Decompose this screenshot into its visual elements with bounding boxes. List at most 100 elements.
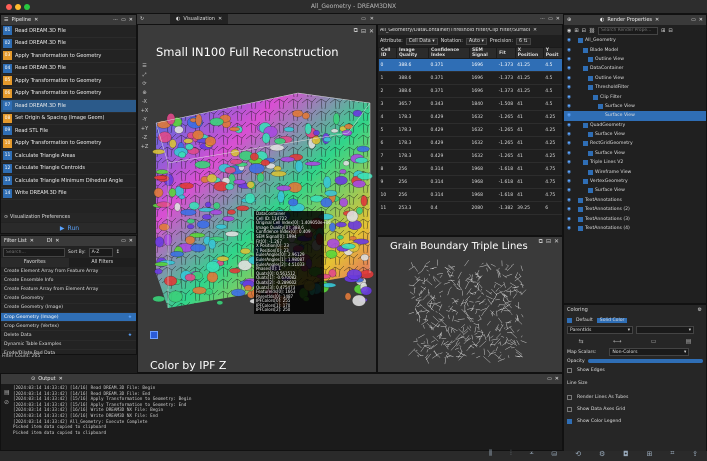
render-tree-item[interactable]: ◉ Outline View (564, 74, 706, 83)
tree-checkbox[interactable] (588, 75, 593, 81)
filter-list-item[interactable]: Create Geometry (Image) (1, 304, 136, 313)
visibility-eye-icon[interactable]: ◉ (564, 217, 574, 222)
tree-checkbox[interactable] (588, 85, 593, 91)
opacity-slider[interactable] (587, 359, 703, 363)
pipeline-item[interactable]: 09 Read STL File (1, 125, 136, 138)
tree-checkbox[interactable] (578, 216, 583, 222)
clear-log-icon[interactable]: ⊘ (4, 398, 10, 408)
pipeline-item[interactable]: 02 Read DREAM.3D File (1, 38, 136, 50)
tree-checkbox[interactable] (583, 47, 588, 53)
remove-icon[interactable]: ⊟ (668, 28, 672, 34)
table-row[interactable]: 11 253.3 0.4 2080 -1.382 39.25 6 (378, 201, 562, 215)
table-header[interactable]: Cell ID (378, 47, 397, 59)
render-tree-item[interactable]: ◉ Surface View (564, 186, 706, 195)
filter-list-item[interactable]: Dynamic Table Examples (1, 341, 136, 350)
map-scalars-select[interactable]: Non-Colors ▾ (609, 348, 690, 356)
visibility-eye-icon[interactable]: ◉ (564, 113, 574, 118)
table-row[interactable]: 7 178.3 0.429 1632 -1.265 41 4.25 (378, 149, 562, 163)
tab-favorites[interactable]: Favorites (1, 258, 69, 267)
tree-checkbox[interactable] (588, 188, 593, 194)
render-tree-item[interactable]: ◉ TextAnnotations (4) (564, 224, 706, 233)
visibility-eye-icon[interactable]: ◉ (564, 85, 574, 90)
pipeline-item[interactable]: 01 Read DREAM.3D File (1, 25, 136, 38)
tree-checkbox[interactable] (598, 103, 603, 109)
float-panel-icon[interactable]: ▭ (121, 238, 126, 244)
visibility-eye-icon[interactable]: ◉ (564, 151, 574, 156)
preset-icon[interactable]: ▤ (686, 338, 692, 345)
layers-icon[interactable]: ⛁ (552, 450, 558, 458)
filter-list-item[interactable]: Create Geometry (1, 295, 136, 304)
pipeline-item[interactable]: 11 Calculate Triangle Areas (1, 150, 136, 163)
close-panel-icon[interactable]: ✕ (370, 16, 374, 22)
close-tab-icon[interactable]: ✕ (655, 17, 659, 23)
tree-checkbox[interactable] (593, 94, 598, 100)
filter-list-item[interactable]: Crop Geometry (Image) ★ (1, 312, 136, 323)
pipeline-icon[interactable]: ⫶ (510, 449, 512, 458)
default-radio[interactable] (567, 317, 572, 323)
tree-checkbox[interactable] (583, 141, 588, 147)
table-row[interactable]: 5 178.3 0.429 1632 -1.265 41 4.25 (378, 123, 562, 137)
close-panel-icon[interactable]: ✕ (129, 17, 133, 23)
pipeline-item[interactable]: 07 Read DREAM.3D File (1, 100, 136, 113)
visibility-eye-icon[interactable]: ◉ (564, 179, 574, 184)
precision-spinbox[interactable]: 6 ⇅ (515, 37, 531, 45)
render-tree-item[interactable]: ◉ TextAnnotations (2) (564, 205, 706, 214)
close-tab-icon[interactable]: ✕ (30, 238, 34, 244)
pipeline-item[interactable]: 05 Apply Transformation to Geometry (1, 75, 136, 88)
float-panel-icon[interactable]: ▭ (691, 17, 696, 23)
data-table[interactable]: Cell ID Image Quality Confidence Index SEM … (378, 47, 562, 215)
table-row[interactable]: 4 178.3 0.429 1632 -1.265 41 4.25 (378, 110, 562, 124)
panel-menu-icon[interactable]: ⋯ (113, 17, 118, 23)
render-tree-item[interactable]: ◉ QuadGeometry (564, 121, 706, 130)
visualization-preferences[interactable]: ⊙ Visualization Preferences (1, 213, 136, 222)
close-tab-icon[interactable]: ✕ (59, 376, 63, 382)
show-color-legend-checkbox[interactable] (567, 418, 572, 424)
pipeline-item[interactable]: 10 Apply Transformation to Geometry (1, 138, 136, 150)
close-panel-icon[interactable]: ✕ (556, 16, 560, 22)
close-tab-icon[interactable]: ✕ (533, 28, 537, 33)
add-icon[interactable]: ⊞ (661, 28, 665, 34)
visibility-eye-icon[interactable]: ◉ (564, 141, 574, 146)
table-header[interactable]: X Position (514, 47, 544, 59)
table-row[interactable]: 9 256 0.314 1968 -1.618 41 4.75 (378, 175, 562, 189)
render-tree-item[interactable]: ◉ TextAnnotations (564, 196, 706, 205)
close-panel-icon[interactable]: ✕ (699, 17, 703, 23)
link-icon[interactable]: ⛓ (589, 28, 595, 34)
render-tree-item[interactable]: ◉ Wireframe View (564, 167, 706, 176)
view-layout-icon[interactable]: ⧉ (354, 27, 358, 35)
pipeline-item[interactable]: 12 Calculate Triangle Centroids (1, 163, 136, 175)
sort-order-icon[interactable]: ↕ (116, 249, 120, 255)
float-panel-icon[interactable]: ▭ (548, 16, 553, 22)
table-row[interactable]: 3 365.7 0.343 1840 -1.508 41 4.5 (378, 97, 562, 111)
visibility-eye-icon[interactable]: ◉ (564, 198, 574, 203)
render-lines-tubes-checkbox[interactable] (567, 394, 572, 400)
camera-icon[interactable]: ◘ (623, 450, 629, 458)
table-row[interactable]: 0 388.6 0.371 1696 -1.373 41.25 4.5 (378, 58, 562, 72)
visibility-eye-icon[interactable]: ◉ (564, 76, 574, 81)
render-tree-item[interactable]: ◉ ThresholdFilter (564, 83, 706, 92)
render-tree-item[interactable]: ◉ Outline View (564, 55, 706, 64)
crop-icon[interactable]: ⌗ (670, 449, 674, 458)
render-search-input[interactable] (598, 26, 659, 35)
settings-icon[interactable]: ⚙ (599, 450, 605, 458)
float-panel-icon[interactable]: ▭ (361, 16, 366, 22)
tree-checkbox[interactable] (588, 169, 593, 175)
tree-checkbox[interactable] (598, 113, 603, 119)
visibility-eye-icon[interactable]: ◉ (564, 207, 574, 212)
settings-icon[interactable]: ⚙ (698, 307, 702, 313)
visibility-eye-icon[interactable]: ◉ (564, 48, 574, 53)
table-header[interactable]: Y Posit (542, 47, 562, 59)
pipeline-item[interactable]: 04 Read DREAM.3D File (1, 63, 136, 75)
filter-list-item[interactable]: Crop Geometry (Vertex) (1, 322, 136, 332)
sort-by-select[interactable]: A-Z (88, 247, 113, 257)
notation-select[interactable]: Auto ▾ (465, 37, 487, 45)
show-edges-checkbox[interactable] (567, 367, 572, 373)
filter-list-item[interactable]: Delete Data ★ (1, 331, 136, 341)
close-panel-icon[interactable]: ✕ (555, 376, 559, 382)
float-panel-icon[interactable]: ▭ (121, 17, 126, 23)
export-icon[interactable]: ⇪ (692, 450, 698, 458)
visibility-eye-icon[interactable]: ◉ (564, 38, 574, 43)
table-header[interactable]: Confidence Index (427, 47, 471, 59)
table-row[interactable]: 2 388.6 0.371 1696 -1.373 41.25 4.5 (378, 84, 562, 98)
filter-list-item[interactable]: Create Feature Array from Element Array (1, 285, 136, 295)
